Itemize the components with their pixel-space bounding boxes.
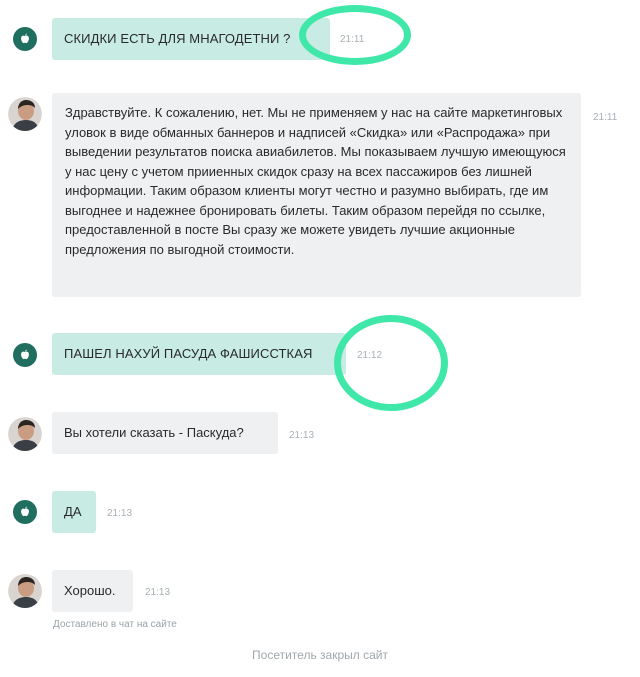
visitor-avatar-icon (13, 27, 37, 51)
message-text: Хорошо. (64, 583, 116, 598)
apple-icon (21, 33, 29, 44)
message-text: СКИДКИ ЕСТЬ ДЛЯ МНАГОДЕТНИ ? (64, 31, 291, 46)
visitor-message-bubble: ДА (52, 491, 96, 533)
delivery-status: Доставлено в чат на сайте (53, 619, 177, 630)
message-text: Здравствуйте. К сожалению, нет. Мы не пр… (65, 105, 566, 257)
operator-message-bubble: Здравствуйте. К сожалению, нет. Мы не пр… (52, 93, 581, 297)
message-text: ДА (64, 504, 82, 519)
message-timestamp: 21:11 (593, 112, 618, 123)
message-timestamp: 21:13 (289, 430, 315, 441)
apple-icon (21, 506, 29, 517)
operator-avatar (8, 417, 42, 451)
visitor-message-bubble: СКИДКИ ЕСТЬ ДЛЯ МНАГОДЕТНИ ? (52, 18, 330, 60)
operator-avatar (8, 574, 42, 608)
visitor-message-bubble: ПАШЕЛ НАХУЙ ПАСУДА ФАШИССТКАЯ (52, 333, 346, 375)
message-text: Вы хотели сказать - Паскуда? (64, 425, 244, 440)
operator-message-bubble: Вы хотели сказать - Паскуда? (52, 412, 278, 454)
operator-photo-icon (8, 574, 42, 608)
visitor-avatar-icon (13, 343, 37, 367)
highlight-circle (334, 315, 448, 411)
operator-photo-icon (8, 417, 42, 451)
message-timestamp: 21:13 (107, 508, 133, 519)
chat-closed-status: Посетитель закрыл сайт (252, 648, 388, 662)
operator-avatar (8, 97, 42, 131)
message-timestamp: 21:13 (145, 587, 171, 598)
operator-message-bubble: Хорошо. (52, 570, 133, 612)
message-text: ПАШЕЛ НАХУЙ ПАСУДА ФАШИССТКАЯ (64, 346, 313, 361)
operator-photo-icon (8, 97, 42, 131)
highlight-circle (299, 5, 411, 65)
apple-icon (21, 349, 29, 360)
visitor-avatar-icon (13, 500, 37, 524)
